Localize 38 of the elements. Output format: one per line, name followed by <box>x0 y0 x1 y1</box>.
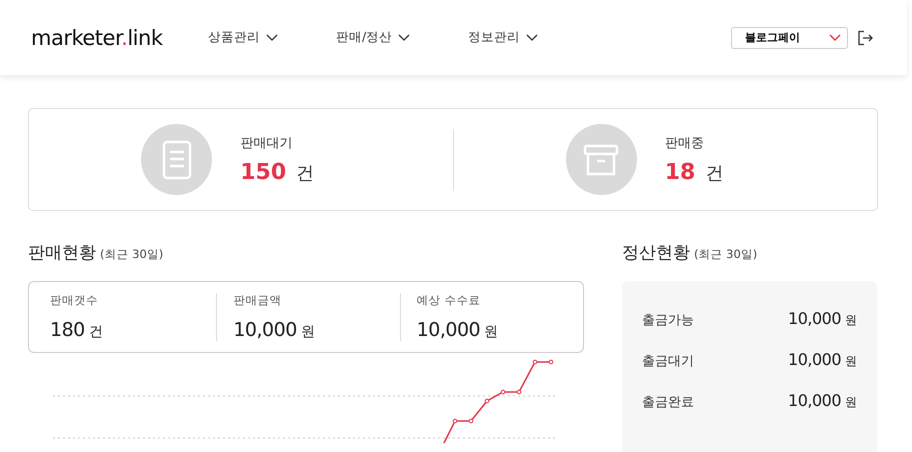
settlement-label: 출금완료 <box>642 394 694 411</box>
stat-value: 180 <box>50 319 85 341</box>
settlement-amount: 10,000 <box>788 309 841 328</box>
count-unit: 건 <box>296 162 314 185</box>
menu-item[interactable]: 상품관리 <box>208 29 278 46</box>
status-label: 판매중 <box>664 135 705 152</box>
stat-value: 10,000 <box>233 319 297 341</box>
account-select[interactable]: 블로그페이 <box>731 26 848 48</box>
stat-unit: 건 <box>88 323 103 341</box>
status-count: 150 <box>240 160 286 185</box>
status-count: 18 <box>664 160 696 185</box>
section-title: 판매현황 <box>28 242 96 264</box>
stat-value: 10,000 <box>416 319 480 341</box>
status-label: 판매대기 <box>240 135 294 152</box>
amount-unit: 원 <box>845 394 857 411</box>
settlement-label: 출금가능 <box>642 312 694 329</box>
count-unit: 건 <box>705 162 724 185</box>
settlement-amount: 10,000 <box>788 391 841 410</box>
stat-unit: 원 <box>484 323 498 341</box>
stat-label: 판매갯수 <box>50 293 99 308</box>
period-label: (최근 30일) <box>100 247 164 262</box>
stat-label: 판매금액 <box>233 293 282 308</box>
chevron-down-icon <box>829 34 841 42</box>
chevron-down-icon <box>398 34 410 42</box>
period-label: (최근 30일) <box>694 247 758 262</box>
menu-item[interactable]: 정보관리 <box>468 29 538 46</box>
stat-unit: 원 <box>300 323 315 341</box>
logout-icon[interactable] <box>857 30 873 46</box>
chevron-down-icon <box>266 34 278 42</box>
settlement-amount: 10,000 <box>788 350 841 369</box>
menu-item[interactable]: 판매/정산 <box>336 29 410 46</box>
settlement-label: 출금대기 <box>642 353 694 370</box>
chevron-down-icon <box>526 34 538 42</box>
amount-unit: 원 <box>845 353 857 370</box>
stat-label: 예상 수수료 <box>416 293 482 308</box>
amount-unit: 원 <box>845 312 857 329</box>
section-title: 정산현황 <box>622 242 690 264</box>
logo[interactable]: marketer.link <box>31 26 181 50</box>
